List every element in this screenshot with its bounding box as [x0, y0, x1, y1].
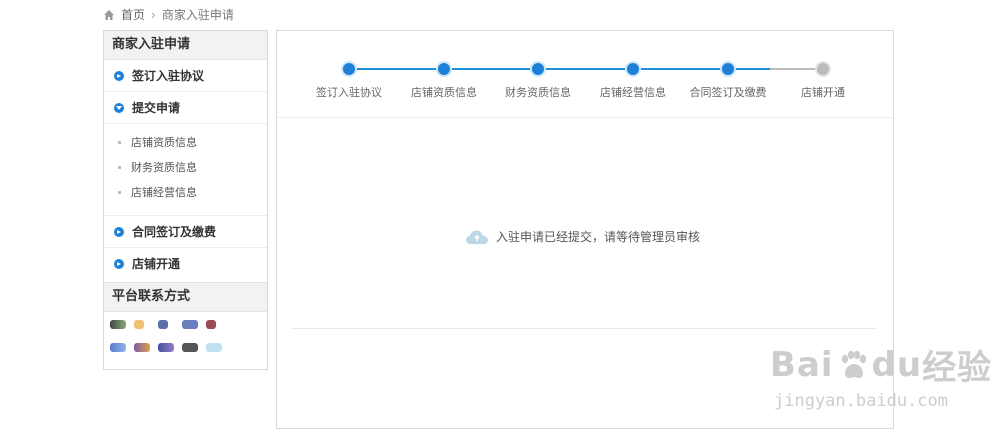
sidebar-item-submit-application[interactable]: 提交申请 [104, 92, 267, 124]
step-node-1 [343, 63, 355, 75]
sidebar-title: 商家入驻申请 [104, 31, 267, 60]
watermark-logo: Bai du 经验 [770, 340, 992, 389]
bullet-icon [118, 141, 121, 144]
sidebar-item-label: 签订入驻协议 [132, 69, 205, 83]
divider [291, 328, 877, 329]
baidu-jingyan-watermark: Bai du 经验 jingyan.baidu.com [770, 340, 992, 412]
contact-icon[interactable] [158, 320, 168, 329]
bullet-icon [118, 166, 121, 169]
status-message-text: 入驻申请已经提交，请等待管理员审核 [496, 230, 701, 244]
paw-icon [841, 350, 866, 378]
contact-icon[interactable] [206, 320, 216, 329]
submenu-item-store-qualification[interactable]: 店铺资质信息 [104, 130, 267, 155]
contact-icon[interactable] [182, 343, 198, 352]
step-label: 签订入驻协议 [316, 86, 382, 99]
step-node-5 [722, 63, 734, 75]
bullet-icon [118, 191, 121, 194]
status-message: 入驻申请已经提交，请等待管理员审核 [465, 228, 700, 245]
watermark-brand-left: Bai [770, 344, 834, 385]
breadcrumb-home-link[interactable]: 首页 [121, 6, 145, 23]
sidebar-item-sign-agreement[interactable]: 签订入驻协议 [104, 60, 267, 92]
circle-arrow-down-icon [114, 102, 124, 113]
submenu-item-label: 店铺经营信息 [131, 186, 197, 199]
sidebar-item-label: 提交申请 [132, 101, 181, 115]
watermark-brand-mid: du [871, 344, 923, 385]
home-icon [104, 9, 114, 20]
contact-icon[interactable] [182, 320, 198, 329]
step-node-4 [627, 63, 639, 75]
submenu-item-label: 财务资质信息 [131, 161, 197, 174]
step-node-6 [817, 63, 829, 75]
sidebar: 商家入驻申请 签订入驻协议 提交申请 店铺资质信息 财务资质信息 店铺经营信息 … [103, 30, 268, 370]
step-node-3 [532, 63, 544, 75]
breadcrumb-separator-icon: › [151, 7, 156, 22]
sidebar-item-store-open[interactable]: 店铺开通 [104, 248, 267, 279]
watermark-brand-right: 经验 [922, 348, 993, 388]
contact-icon[interactable] [134, 320, 144, 329]
progress-track-pending [770, 68, 822, 70]
submenu-item-store-operation[interactable]: 店铺经营信息 [104, 180, 267, 205]
contact-icon[interactable] [206, 343, 222, 352]
sidebar-item-label: 店铺开通 [132, 257, 181, 271]
sidebar-item-label: 合同签订及缴费 [132, 225, 217, 239]
breadcrumb-current: 商家入驻申请 [161, 8, 234, 22]
step-label: 店铺经营信息 [600, 86, 666, 99]
step-label: 财务资质信息 [505, 86, 571, 99]
submenu-item-finance-qualification[interactable]: 财务资质信息 [104, 155, 267, 180]
contact-icons [104, 312, 267, 360]
sidebar-item-contract-payment[interactable]: 合同签订及缴费 [104, 216, 267, 248]
circle-arrow-right-icon [114, 258, 124, 269]
circle-arrow-right-icon [114, 226, 124, 237]
step-label: 店铺开通 [801, 86, 845, 99]
progress-steps: 签订入驻协议 店铺资质信息 财务资质信息 店铺经营信息 合同签订及缴费 店铺开通 [277, 31, 893, 118]
breadcrumb: 首页 › 商家入驻申请 [103, 6, 234, 23]
watermark-url: jingyan.baidu.com [774, 391, 948, 411]
submenu: 店铺资质信息 财务资质信息 店铺经营信息 [104, 124, 267, 216]
step-label: 店铺资质信息 [411, 86, 477, 99]
contact-icon[interactable] [158, 343, 174, 352]
contact-icon[interactable] [134, 343, 150, 352]
cloud-icon [466, 230, 488, 244]
step-label: 合同签订及缴费 [689, 86, 767, 99]
circle-arrow-right-icon [114, 70, 124, 81]
progress-track-complete [343, 68, 821, 70]
contact-icon[interactable] [110, 343, 126, 352]
step-node-2 [438, 63, 450, 75]
contact-icon[interactable] [110, 320, 126, 329]
submenu-item-label: 店铺资质信息 [131, 136, 197, 149]
contact-title: 平台联系方式 [104, 282, 267, 312]
